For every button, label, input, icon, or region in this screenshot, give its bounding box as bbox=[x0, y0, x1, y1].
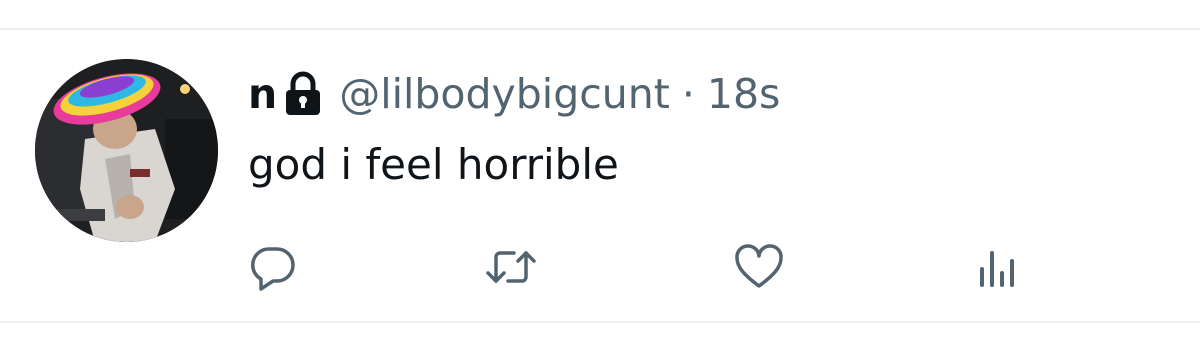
tweet-text: god i feel horrible bbox=[248, 140, 619, 189]
lock-icon bbox=[283, 71, 323, 117]
like-button[interactable] bbox=[729, 237, 789, 297]
reply-button[interactable] bbox=[243, 237, 303, 297]
handle[interactable]: @lilbodybigcunt bbox=[339, 73, 670, 115]
timestamp[interactable]: 18s bbox=[707, 73, 781, 115]
reply-icon bbox=[249, 243, 297, 291]
display-name[interactable]: n bbox=[248, 73, 277, 115]
retweet-icon bbox=[484, 243, 538, 291]
tweet[interactable]: n @lilbodybigcunt · 18s god i feel horri… bbox=[0, 30, 1200, 321]
bottom-divider bbox=[0, 321, 1200, 323]
avatar[interactable] bbox=[35, 59, 218, 242]
tweet-header: n @lilbodybigcunt · 18s bbox=[248, 66, 780, 122]
heart-icon bbox=[734, 244, 784, 290]
action-bar bbox=[248, 237, 1048, 297]
views-icon bbox=[976, 243, 1020, 291]
separator-dot: · bbox=[681, 69, 695, 118]
views-button[interactable] bbox=[968, 237, 1028, 297]
retweet-button[interactable] bbox=[481, 237, 541, 297]
